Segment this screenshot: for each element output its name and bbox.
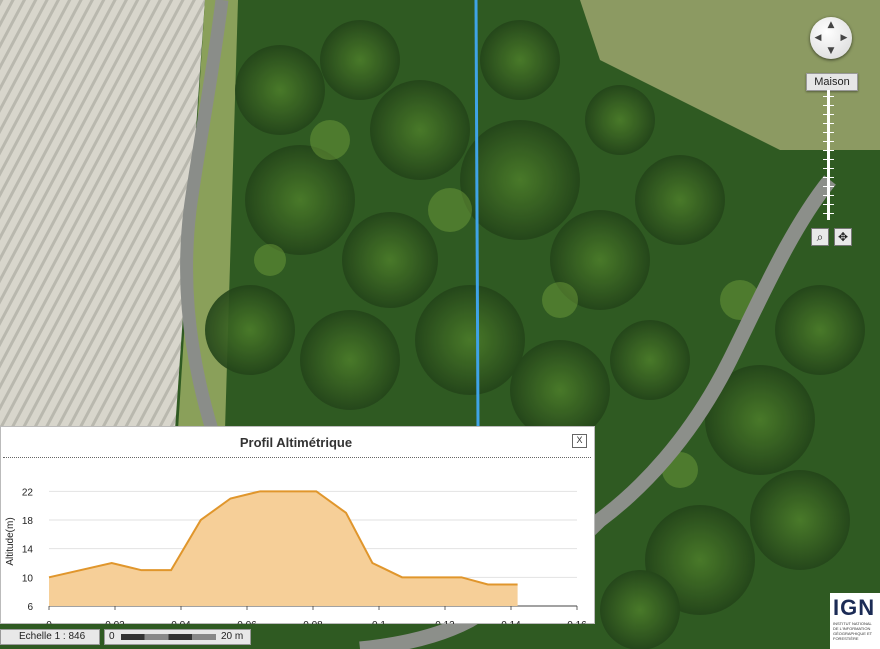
x-tick-label: 0.08 (303, 620, 323, 624)
y-tick-label: 6 (27, 602, 33, 613)
y-tick-label: 22 (22, 487, 34, 498)
zoom-tick (823, 213, 834, 214)
zoom-level-label[interactable]: Maison (806, 73, 858, 91)
scale-end-label: 20 m (221, 631, 244, 642)
x-tick-label: 0.06 (237, 620, 257, 624)
scale-start-label: 0 (109, 631, 115, 642)
x-tick-label: 0.12 (435, 620, 455, 624)
y-tick-label: 18 (22, 516, 34, 527)
logo-subtitle: INSTITUT NATIONAL DE L'INFORMATION GÉOGR… (833, 621, 873, 641)
x-tick-label: 0.16 (567, 620, 587, 624)
ign-logo[interactable]: IGN INSTITUT NATIONAL DE L'INFORMATION G… (830, 593, 880, 649)
x-tick-label: 0 (46, 620, 52, 624)
zoom-tick (823, 114, 834, 115)
zoom-tick (823, 105, 834, 106)
zoom-tick (823, 96, 834, 97)
elevation-profile-panel: Profil Altimétrique 6 10 14 18 22 0 0.02 0.04 0.… (0, 426, 595, 624)
zoom-tick (823, 159, 834, 160)
zoom-box-tool-icon[interactable]: ⌕ (811, 228, 829, 246)
pan-up-icon[interactable]: ▲ (825, 19, 837, 31)
panel-divider (3, 457, 591, 458)
scale-graduation (121, 634, 216, 640)
x-tick-label: 0.1 (372, 620, 386, 624)
zoom-tick (823, 141, 834, 142)
pan-left-icon[interactable]: ◀ (812, 32, 824, 44)
pan-down-icon[interactable]: ▼ (825, 45, 837, 57)
close-panel-button[interactable]: X (572, 434, 587, 448)
pan-tool-icon[interactable]: ✥ (834, 228, 852, 246)
x-tick-label: 0.02 (105, 620, 125, 624)
panel-title: Profil Altimétrique (239, 435, 353, 450)
zoom-tick (823, 168, 834, 169)
scale-bar: 0 20 m (104, 629, 251, 645)
pan-control[interactable]: ▲ ▼ ◀ ▶ (810, 17, 852, 59)
y-axis-label: Altitude(m) (5, 517, 16, 565)
zoom-tick (823, 150, 834, 151)
logo-brand: IGN (833, 595, 876, 620)
zoom-tick (823, 177, 834, 178)
y-tick-label: 10 (22, 573, 34, 584)
elevation-chart: 6 10 14 18 22 0 0.02 0.04 0.06 0.08 0.1 0.12 0.14 0.1… (5, 487, 587, 624)
zoom-tick (823, 195, 834, 196)
scale-ratio: Echelle 1 : 846 (0, 629, 100, 645)
x-tick-label: 0.14 (501, 620, 521, 624)
y-tick-label: 14 (22, 545, 34, 556)
zoom-tick (823, 204, 834, 205)
x-tick-label: 0.04 (171, 620, 191, 624)
pan-right-icon[interactable]: ▶ (838, 32, 850, 44)
zoom-tick (823, 186, 834, 187)
zoom-tick (823, 123, 834, 124)
zoom-tick (823, 132, 834, 133)
zoom-slider-track[interactable] (827, 90, 830, 220)
